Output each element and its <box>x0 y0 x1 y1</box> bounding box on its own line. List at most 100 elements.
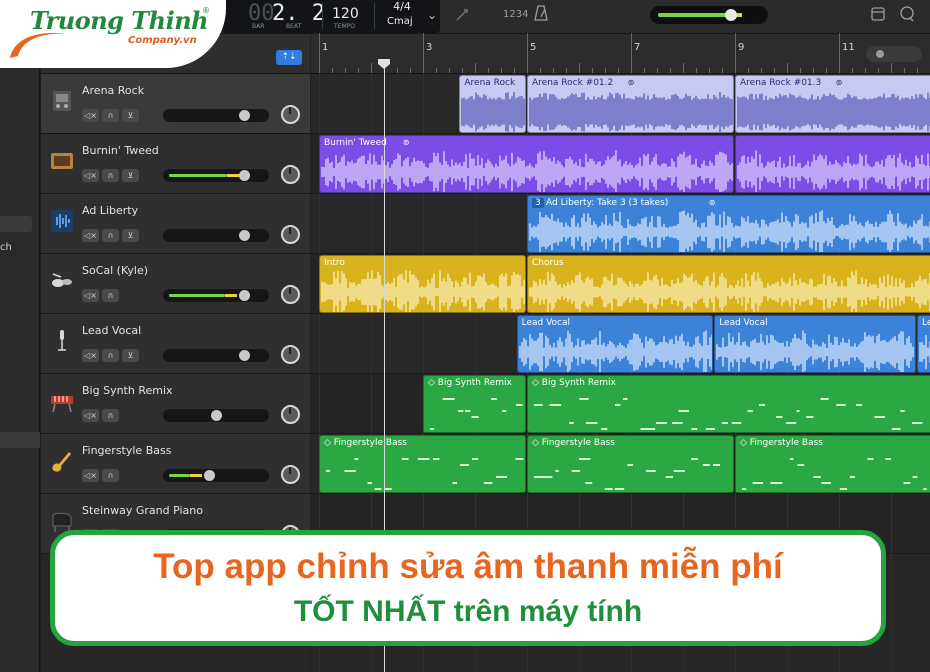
mute-icon[interactable]: ◁× <box>82 469 99 482</box>
track-volume-slider[interactable] <box>163 109 269 122</box>
tuner-icon[interactable] <box>455 8 469 26</box>
region-label: Lead Vocal <box>719 318 768 328</box>
track-volume-knob[interactable] <box>239 290 250 301</box>
headphones-icon[interactable]: ∩ <box>102 349 119 362</box>
audio-region[interactable]: Arena Rock <box>459 75 526 133</box>
headphones-icon[interactable]: ∩ <box>102 169 119 182</box>
headphones-icon[interactable]: ∩ <box>102 409 119 422</box>
zoom-slider[interactable] <box>866 46 922 62</box>
master-volume-slider[interactable] <box>650 6 768 24</box>
pan-knob[interactable] <box>281 465 300 484</box>
lcd-display[interactable]: 00 2. 2 BAR BEAT 120 TEMPO 4/4 Cmaj ⌄ <box>222 0 440 33</box>
track-header[interactable]: Big Synth Remix ◁× ∩ <box>41 374 310 434</box>
midi-region[interactable]: ◇ Fingerstyle Bass <box>735 435 930 493</box>
playhead-handle-icon[interactable] <box>377 58 391 70</box>
track-header[interactable]: Burnin' Tweed ◁× ∩ ⊻ <box>41 134 310 194</box>
loop-browser-icon[interactable] <box>898 5 916 27</box>
metronome-icon[interactable] <box>534 5 548 25</box>
ruler-subtick <box>644 68 645 73</box>
track-volume-slider[interactable] <box>163 169 269 182</box>
ruler-subtick <box>358 68 359 73</box>
audio-region[interactable]: Arena Rock #01.2 ⊚ <box>527 75 734 133</box>
audio-region[interactable]: Lead <box>917 315 930 373</box>
region-label: ◇ Big Synth Remix <box>532 378 616 388</box>
audio-region[interactable] <box>735 135 930 193</box>
headphones-icon[interactable]: ∩ <box>102 469 119 482</box>
region-label: Lead <box>922 318 930 328</box>
headphones-icon[interactable]: ∩ <box>102 229 119 242</box>
master-volume-knob[interactable] <box>725 9 737 21</box>
chevron-down-icon[interactable]: ⌄ <box>427 8 437 22</box>
track-volume-slider[interactable] <box>163 469 269 482</box>
mute-icon[interactable]: ◁× <box>82 169 99 182</box>
track-volume-knob[interactable] <box>211 410 222 421</box>
timeline-ruler[interactable]: 1 3 5 7 9 11 <box>311 33 930 74</box>
mute-icon[interactable]: ◁× <box>82 349 99 362</box>
filter-icon[interactable]: ⇡⇣ <box>276 50 302 65</box>
midi-region[interactable]: ◇ Big Synth Remix <box>423 375 526 433</box>
input-monitor-icon[interactable]: ⊻ <box>122 229 139 242</box>
garageband-window: 00 2. 2 BAR BEAT 120 TEMPO 4/4 Cmaj ⌄ 12… <box>0 0 930 672</box>
track-volume-knob[interactable] <box>204 470 215 481</box>
track-header[interactable]: SoCal (Kyle) ◁× ∩ <box>41 254 310 314</box>
track-volume-knob[interactable] <box>239 230 250 241</box>
ruler-tick <box>683 63 684 73</box>
lcd-divider <box>322 3 323 29</box>
time-signature: 4/4 <box>393 0 411 13</box>
ruler-subtick <box>605 68 606 73</box>
pan-knob[interactable] <box>281 165 300 184</box>
ruler-subtick <box>553 68 554 73</box>
mute-icon[interactable]: ◁× <box>82 289 99 302</box>
bar-number: 3 <box>426 42 433 53</box>
track-volume-slider[interactable] <box>163 409 269 422</box>
mute-icon[interactable]: ◁× <box>82 109 99 122</box>
bar-number: 11 <box>842 42 855 53</box>
headphones-icon[interactable]: ∩ <box>102 289 119 302</box>
loop-icon: ⊚ <box>708 198 716 207</box>
take-badge[interactable]: 3 <box>532 198 544 208</box>
promo-banner: Top app chỉnh sửa âm thanh miễn phí TỐT … <box>50 530 886 646</box>
pan-knob[interactable] <box>281 345 300 364</box>
track-header[interactable]: Ad Liberty ◁× ∩ ⊻ <box>41 194 310 254</box>
count-in-button[interactable]: 1234 <box>503 9 528 20</box>
mute-icon[interactable]: ◁× <box>82 229 99 242</box>
ruler-subtick <box>566 68 567 73</box>
pan-knob[interactable] <box>281 225 300 244</box>
midi-region[interactable]: ◇ Fingerstyle Bass <box>319 435 526 493</box>
track-volume-knob[interactable] <box>239 350 250 361</box>
pan-knob[interactable] <box>281 285 300 304</box>
audio-region[interactable]: Lead Vocal <box>714 315 916 373</box>
sidebar-field[interactable] <box>0 216 32 232</box>
pan-knob[interactable] <box>281 405 300 424</box>
waveform <box>919 335 930 369</box>
audio-region[interactable]: 3 Ad Liberty: Take 3 (3 takes) ⊚ <box>527 195 930 253</box>
track-volume-slider[interactable] <box>163 289 269 302</box>
audio-region[interactable]: Intro <box>319 255 526 313</box>
region-label: Burnin' Tweed <box>324 138 387 148</box>
audio-region[interactable]: Lead Vocal <box>516 315 714 373</box>
region-label: ◇ Fingerstyle Bass <box>740 438 823 448</box>
brand-subtitle: Company.vn <box>128 35 197 46</box>
bar-caption: BAR <box>252 23 265 30</box>
audio-region[interactable]: Chorus <box>527 255 930 313</box>
headphones-icon[interactable]: ∩ <box>102 109 119 122</box>
track-volume-knob[interactable] <box>239 110 250 121</box>
track-volume-slider[interactable] <box>163 229 269 242</box>
midi-region[interactable]: ◇ Big Synth Remix <box>527 375 930 433</box>
mute-icon[interactable]: ◁× <box>82 409 99 422</box>
track-volume-knob[interactable] <box>239 170 250 181</box>
midi-region[interactable]: ◇ Fingerstyle Bass <box>527 435 734 493</box>
input-monitor-icon[interactable]: ⊻ <box>122 349 139 362</box>
track-header[interactable]: Arena Rock ◁× ∩ ⊻ <box>41 74 310 134</box>
sidebar-strip[interactable] <box>0 432 40 448</box>
input-monitor-icon[interactable]: ⊻ <box>122 109 139 122</box>
midi-notes <box>430 398 523 430</box>
input-monitor-icon[interactable]: ⊻ <box>122 169 139 182</box>
track-volume-slider[interactable] <box>163 349 269 362</box>
audio-region[interactable]: Burnin' Tweed ⊚ <box>319 135 734 193</box>
notepad-icon[interactable] <box>870 6 886 26</box>
track-header[interactable]: Lead Vocal ◁× ∩ ⊻ <box>41 314 310 374</box>
audio-region[interactable]: Arena Rock #01.3 ⊚ <box>735 75 930 133</box>
pan-knob[interactable] <box>281 105 300 124</box>
track-header[interactable]: Fingerstyle Bass ◁× ∩ <box>41 434 310 494</box>
